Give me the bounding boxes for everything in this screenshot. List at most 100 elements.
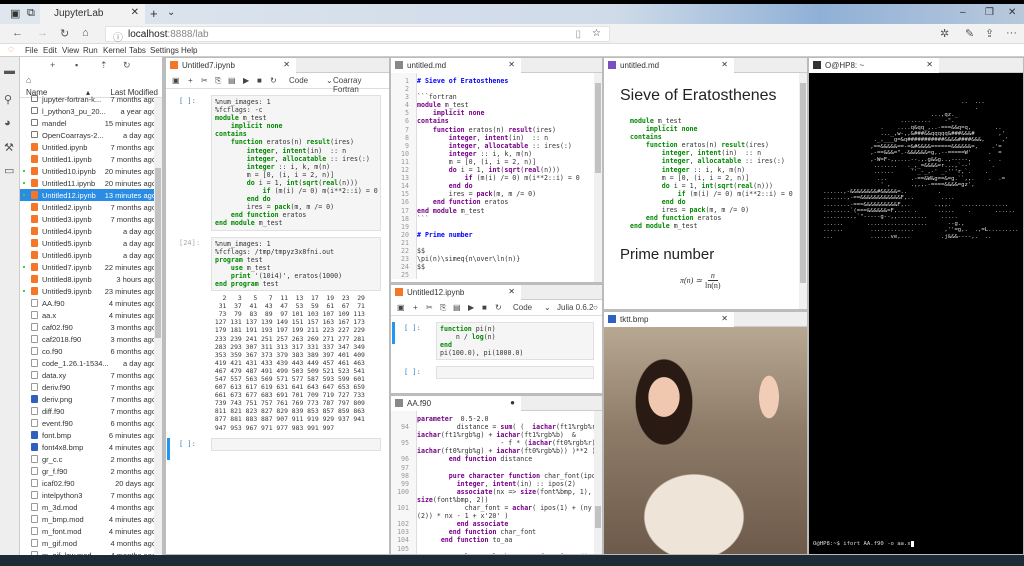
- notebook-cell[interactable]: [ ]: %num_images: 1 %fcflags: -c module m_t…: [179, 95, 381, 231]
- file-item[interactable]: event.f90 6 months ago: [20, 417, 162, 429]
- restart-icon[interactable]: ↻: [270, 76, 277, 85]
- file-item[interactable]: icaf02.f90 20 days ago: [20, 477, 162, 489]
- tab-tktt-bmp[interactable]: tktt.bmp ✕: [604, 312, 734, 327]
- refresh-icon[interactable]: ↻: [60, 27, 69, 40]
- back-icon[interactable]: ←: [12, 27, 23, 39]
- close-tab-icon[interactable]: ✕: [508, 287, 515, 296]
- paste-icon[interactable]: ▤: [453, 303, 461, 312]
- file-item[interactable]: Untitled11.ipynb 20 minutes ago: [20, 177, 162, 189]
- file-item[interactable]: m_3d.mod 4 months ago: [20, 501, 162, 513]
- add-cell-icon[interactable]: +: [188, 76, 193, 85]
- file-item[interactable]: diff.f90 7 months ago: [20, 405, 162, 417]
- close-tab-icon[interactable]: ✕: [721, 314, 728, 323]
- set-aside-tabs-icon[interactable]: ⧉: [27, 7, 35, 20]
- menu-view[interactable]: View: [62, 46, 79, 55]
- running-icon[interactable]: ⚲: [4, 93, 12, 106]
- tab-terminal[interactable]: O@HP8: ~ ✕: [809, 58, 939, 73]
- notes-icon[interactable]: ✎: [965, 27, 974, 40]
- file-item[interactable]: Untitled1.ipynb 7 months ago: [20, 153, 162, 165]
- tab-untitled7[interactable]: Untitled7.ipynb ✕: [166, 58, 296, 73]
- file-item[interactable]: Untitled10.ipynb 20 minutes ago: [20, 165, 162, 177]
- file-item[interactable]: m_font.mod 4 minutes ago: [20, 525, 162, 537]
- editor-scrollbar[interactable]: [594, 411, 602, 554]
- file-item[interactable]: aa.x 4 minutes ago: [20, 309, 162, 321]
- tab-list-chevron-icon[interactable]: ⌄: [167, 7, 175, 18]
- file-item[interactable]: caf02.f90 3 months ago: [20, 321, 162, 333]
- file-item[interactable]: Untitled7.ipynb 22 minutes ago: [20, 261, 162, 273]
- file-item[interactable]: Untitled8.ipynb 3 hours ago: [20, 273, 162, 285]
- kernel-name[interactable]: Coarray Fortran: [333, 76, 389, 94]
- file-item[interactable]: AA.f90 4 minutes ago: [20, 297, 162, 309]
- file-item[interactable]: mandel 15 minutes ago: [20, 117, 162, 129]
- cell-input[interactable]: [211, 437, 381, 451]
- file-item[interactable]: font.bmp 6 minutes ago: [20, 429, 162, 441]
- file-item[interactable]: deriv.png 7 months ago: [20, 393, 162, 405]
- home-icon[interactable]: ⌂: [82, 27, 89, 39]
- new-launcher-icon[interactable]: +: [50, 60, 55, 70]
- file-item[interactable]: code_1.26.1-1534... a day ago: [20, 357, 162, 369]
- folder-icon[interactable]: ▬: [4, 65, 15, 77]
- file-item[interactable]: l_python3_pu_20... a year ago: [20, 105, 162, 117]
- stop-icon[interactable]: ■: [482, 303, 487, 312]
- file-item[interactable]: data.xy 7 months ago: [20, 369, 162, 381]
- close-tab-icon[interactable]: ✕: [131, 7, 139, 18]
- kernel-name[interactable]: Julia 0.6.2: [557, 303, 593, 312]
- file-item[interactable]: Untitled5.ipynb a day ago: [20, 237, 162, 249]
- markdown-editor[interactable]: 1 # Sieve of Eratosthenes 2 3 ```fortran 4 mod…: [391, 73, 602, 280]
- file-item[interactable]: Untitled9.ipynb 23 minutes ago: [20, 285, 162, 297]
- minimize-icon[interactable]: –: [960, 7, 966, 18]
- file-item[interactable]: m_bmp.mod 4 minutes ago: [20, 513, 162, 525]
- file-item[interactable]: gr_f.f90 2 months ago: [20, 465, 162, 477]
- file-item[interactable]: Untitled4.ipynb a day ago: [20, 225, 162, 237]
- file-item[interactable]: Untitled3.ipynb 7 months ago: [20, 213, 162, 225]
- menu-edit[interactable]: Edit: [43, 46, 57, 55]
- close-tab-icon[interactable]: ✕: [926, 60, 933, 69]
- notebook-cell[interactable]: [ ]: function pi(n) n / log(n) end pi(100.0…: [392, 322, 594, 361]
- cut-icon[interactable]: ✂: [426, 303, 433, 312]
- file-item[interactable]: gr_c.c 2 months ago: [20, 453, 162, 465]
- tab-untitled12[interactable]: Untitled12.ipynb ✕: [391, 285, 521, 300]
- favorite-star-icon[interactable]: ☆: [592, 28, 601, 39]
- tab-aa-f90[interactable]: AA.f90 ●: [391, 396, 521, 411]
- cell-type-select[interactable]: Code: [513, 303, 532, 312]
- run-icon[interactable]: ▶: [243, 76, 249, 85]
- browser-tab-jupyterlab[interactable]: JupyterLab ✕: [40, 4, 145, 24]
- copy-icon[interactable]: ⎘: [215, 76, 221, 86]
- file-item[interactable]: m_gif.mod 4 months ago: [20, 537, 162, 549]
- menu-help[interactable]: Help: [181, 46, 197, 55]
- chevron-down-icon[interactable]: ⌄: [326, 76, 333, 85]
- reading-view-icon[interactable]: ▯: [575, 29, 581, 40]
- cell-input[interactable]: [436, 366, 594, 380]
- refresh-files-icon[interactable]: ↻: [123, 60, 131, 71]
- cell-input[interactable]: %num_images: 1 %fcflags: /tmp/tmpyz3x8fni…: [211, 236, 381, 292]
- close-window-icon[interactable]: ✕: [1008, 7, 1016, 18]
- cell-input[interactable]: function pi(n) n / log(n) end pi(100.0), p…: [436, 322, 594, 361]
- url-input[interactable]: ⓘ localhost:8888/lab ▯ ☆: [105, 26, 610, 44]
- paste-icon[interactable]: ▤: [228, 76, 236, 85]
- close-tab-icon[interactable]: ✕: [283, 60, 290, 69]
- menu-tabs[interactable]: Tabs: [129, 46, 146, 55]
- menu-kernel[interactable]: Kernel: [103, 46, 126, 55]
- file-item[interactable]: Untitled2.ipynb 7 months ago: [20, 201, 162, 213]
- editor-scrollbar[interactable]: [594, 73, 602, 282]
- file-item[interactable]: jupyter-fortran-k... 7 months ago: [20, 93, 162, 105]
- cell-input[interactable]: %num_images: 1 %fcflags: -c module m_test …: [211, 95, 381, 231]
- palette-icon[interactable]: ◕: [4, 117, 11, 129]
- more-icon[interactable]: ···: [1006, 27, 1017, 39]
- add-cell-icon[interactable]: +: [413, 303, 418, 312]
- preview-scrollbar[interactable]: [799, 73, 807, 309]
- menu-run[interactable]: Run: [83, 46, 98, 55]
- favorites-icon[interactable]: ✲: [940, 27, 949, 40]
- file-list-scrollbar[interactable]: [154, 98, 162, 555]
- terminal-output[interactable]: .. ... . ...,qz._ ......... -". . ....q&…: [809, 73, 1023, 554]
- restart-icon[interactable]: ↻: [495, 303, 502, 312]
- tab-untitled-md-editor[interactable]: untitled.md ✕: [391, 58, 521, 73]
- notebook-cell[interactable]: [ ]:: [167, 437, 381, 460]
- tabs-icon[interactable]: ▭: [4, 164, 14, 177]
- cell-type-select[interactable]: Code: [289, 76, 308, 85]
- chevron-down-icon[interactable]: ⌄: [544, 303, 551, 312]
- file-item[interactable]: Untitled6.ipynb a day ago: [20, 249, 162, 261]
- save-icon[interactable]: ▣: [397, 303, 405, 312]
- menu-file[interactable]: File: [25, 46, 38, 55]
- file-item[interactable]: deriv.f90 7 months ago: [20, 381, 162, 393]
